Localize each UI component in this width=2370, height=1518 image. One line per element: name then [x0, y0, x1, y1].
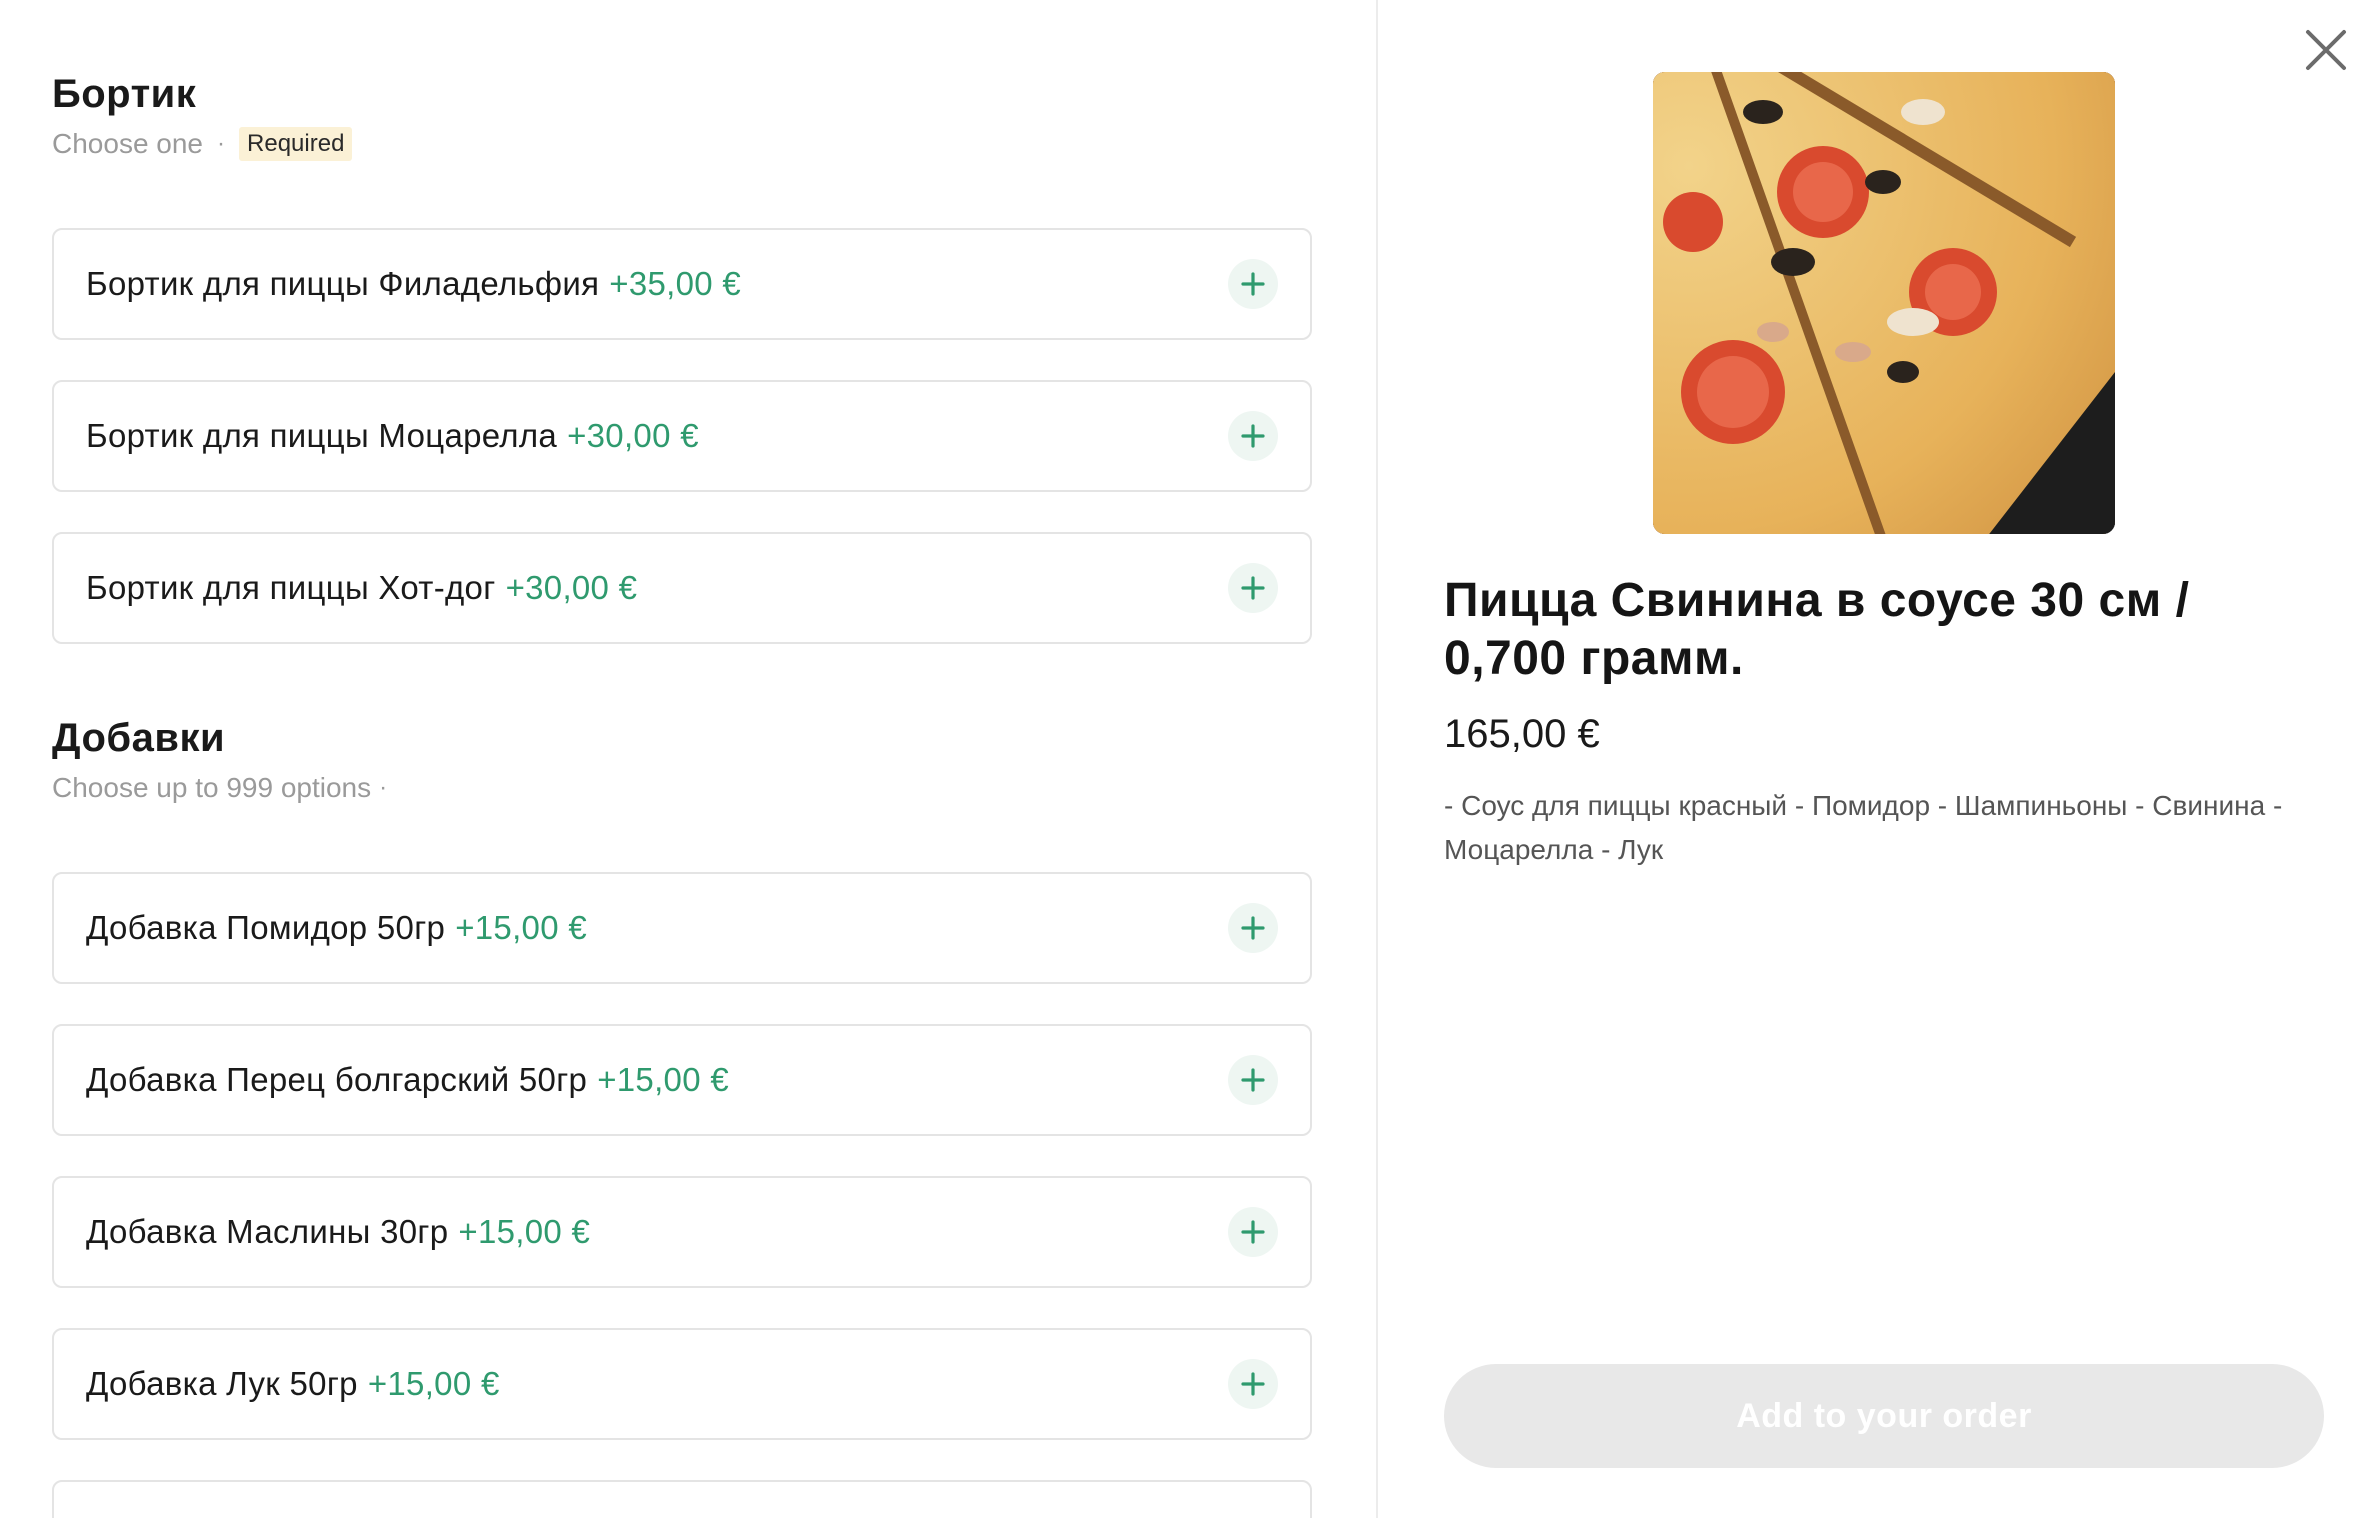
group-title: Бортик	[52, 72, 197, 116]
option-item[interactable]: Добавка Маслины 30гр +15,00 €	[52, 1176, 1312, 1288]
option-label: Бортик для пиццы Моцарелла	[86, 417, 558, 454]
pizza-image-icon	[1653, 72, 2115, 534]
close-button[interactable]	[2298, 22, 2354, 78]
option-price: +15,00 €	[597, 1061, 729, 1098]
plus-icon	[1241, 916, 1265, 940]
add-option-button[interactable]	[1228, 563, 1278, 613]
required-badge: Required	[239, 127, 353, 161]
option-text: Добавка Лук 50гр +15,00 €	[86, 1365, 500, 1403]
product-modal: Бортик Choose one · Required Бортик для …	[0, 0, 2370, 1518]
add-to-order-button[interactable]: Add to your order	[1444, 1364, 2324, 1468]
option-price: +15,00 €	[455, 909, 587, 946]
option-item[interactable]: Бортик для пиццы Хот-дог +30,00 €	[52, 532, 1312, 644]
option-price: +35,00 €	[609, 265, 742, 302]
separator-dot: ·	[379, 774, 388, 801]
add-option-button[interactable]	[1228, 411, 1278, 461]
option-text: Добавка Перец болгарский 50гр +15,00 €	[86, 1061, 729, 1099]
product-price: 165,00 €	[1444, 712, 1600, 756]
group-subtitle: Choose one	[52, 128, 204, 159]
group-subtitle: Choose up to 999 options	[52, 772, 372, 803]
plus-icon	[1241, 272, 1265, 296]
option-list: Бортик для пиццы Филадельфия +35,00 € Бор…	[52, 228, 1312, 644]
option-price: +15,00 €	[367, 1365, 500, 1402]
separator-dot: ·	[217, 130, 226, 157]
option-item[interactable]: Добавка Перец болгарский 50гр +15,00 €	[52, 1024, 1312, 1136]
option-price: +30,00 €	[567, 417, 699, 454]
option-item[interactable]: Бортик для пиццы Моцарелла +30,00 €	[52, 380, 1312, 492]
group-title: Добавки	[52, 716, 226, 760]
add-option-button[interactable]	[1228, 259, 1278, 309]
product-description: - Соус для пиццы красный - Помидор - Шам…	[1444, 790, 2283, 865]
option-text: Бортик для пиццы Моцарелла +30,00 €	[86, 417, 699, 455]
plus-icon	[1241, 576, 1265, 600]
option-text: Бортик для пиццы Хот-дог +30,00 €	[86, 569, 637, 607]
option-label: Добавка Перец болгарский 50гр	[86, 1061, 588, 1098]
product-image	[1653, 72, 2115, 534]
plus-icon	[1241, 1220, 1265, 1244]
option-label: Добавка Помидор 50гр	[86, 909, 446, 946]
option-price: +15,00 €	[458, 1213, 591, 1250]
add-option-button[interactable]	[1228, 903, 1278, 953]
group-subtitle-row: Choose one · Required	[52, 126, 1312, 162]
option-item[interactable]: Бортик для пиццы Филадельфия +35,00 €	[52, 228, 1312, 340]
group-subtitle-row: Choose up to 999 options ·	[52, 770, 1312, 806]
product-title: Пицца Свинина в соусе 30 см / 0,700 грам…	[1444, 574, 2190, 685]
plus-icon	[1241, 424, 1265, 448]
add-option-button[interactable]	[1228, 1359, 1278, 1409]
plus-icon	[1241, 1372, 1265, 1396]
close-icon	[2306, 30, 2346, 70]
option-price: +30,00 €	[505, 569, 638, 606]
options-panel: Бортик Choose one · Required Бортик для …	[0, 0, 1378, 1518]
option-text: Добавка Помидор 50гр +15,00 €	[86, 909, 587, 947]
option-item-partial[interactable]	[52, 1480, 1312, 1518]
option-label: Бортик для пиццы Хот-дог	[86, 569, 496, 606]
product-panel: Пицца Свинина в соусе 30 см / 0,700 грам…	[1378, 0, 2370, 1518]
option-text: Бортик для пиццы Филадельфия +35,00 €	[86, 265, 741, 303]
option-label: Добавка Лук 50гр	[86, 1365, 358, 1402]
option-item[interactable]: Добавка Лук 50гр +15,00 €	[52, 1328, 1312, 1440]
option-group-toppings: Добавки Choose up to 999 options · Добав…	[52, 714, 1312, 1518]
option-group-crust: Бортик Choose one · Required Бортик для …	[52, 70, 1312, 644]
option-text: Добавка Маслины 30гр +15,00 €	[86, 1213, 590, 1251]
option-list: Добавка Помидор 50гр +15,00 € Добавка Пер…	[52, 872, 1312, 1518]
option-label: Добавка Маслины 30гр	[86, 1213, 449, 1250]
add-option-button[interactable]	[1228, 1207, 1278, 1257]
option-label: Бортик для пиццы Филадельфия	[86, 265, 600, 302]
option-item[interactable]: Добавка Помидор 50гр +15,00 €	[52, 872, 1312, 984]
plus-icon	[1241, 1068, 1265, 1092]
add-option-button[interactable]	[1228, 1055, 1278, 1105]
